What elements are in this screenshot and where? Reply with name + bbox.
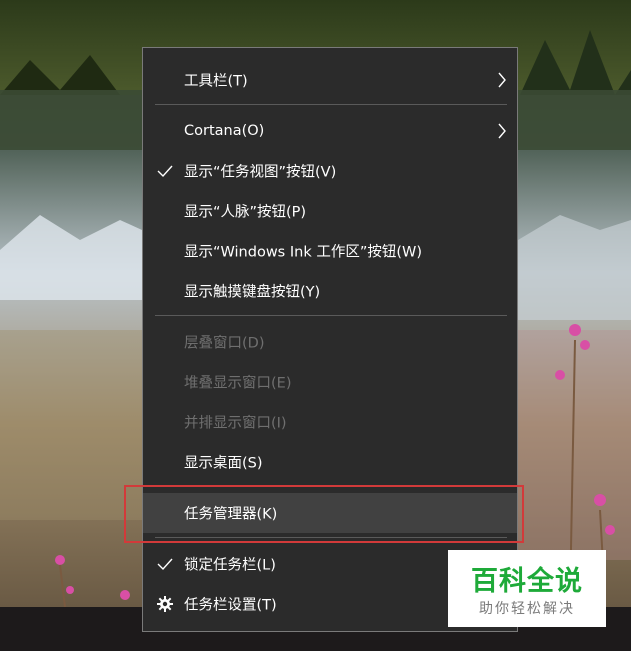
menu-item-label: 显示触摸键盘按钮(Y) — [184, 284, 321, 301]
menu-item-cortana[interactable]: Cortana(O) — [143, 111, 517, 151]
menu-item-label: 显示桌面(S) — [184, 455, 263, 472]
menu-item-show-windows-ink[interactable]: 显示“Windows Ink 工作区”按钮(W) — [143, 231, 517, 271]
highlight-annotation-box — [124, 485, 524, 543]
menu-item-show-task-view[interactable]: 显示“任务视图”按钮(V) — [143, 151, 517, 191]
menu-item-cascade-windows: 层叠窗口(D) — [143, 322, 517, 362]
gear-icon — [157, 596, 173, 612]
menu-item-show-people[interactable]: 显示“人脉”按钮(P) — [143, 191, 517, 231]
watermark-subtitle: 助你轻松解决 — [479, 601, 575, 617]
watermark-logo: 百科全说 助你轻松解决 — [448, 550, 606, 627]
chevron-right-icon — [498, 123, 506, 139]
menu-item-show-touch-keyboard[interactable]: 显示触摸键盘按钮(Y) — [143, 271, 517, 311]
menu-item-show-desktop[interactable]: 显示桌面(S) — [143, 442, 517, 482]
chevron-right-icon — [498, 72, 506, 88]
menu-item-label: 并排显示窗口(I) — [184, 415, 287, 432]
menu-item-label: Cortana(O) — [184, 123, 265, 139]
menu-item-side-by-side: 并排显示窗口(I) — [143, 402, 517, 442]
checkmark-icon — [157, 558, 173, 571]
menu-item-label: 显示“Windows Ink 工作区”按钮(W) — [184, 244, 422, 261]
menu-item-toolbars[interactable]: 工具栏(T) — [143, 60, 517, 100]
watermark-title: 百科全说 — [471, 566, 583, 597]
menu-separator — [155, 104, 507, 105]
menu-separator — [155, 315, 507, 316]
menu-item-label: 工具栏(T) — [184, 73, 248, 90]
menu-item-label: 任务栏设置(T) — [184, 597, 277, 614]
menu-item-stack-windows: 堆叠显示窗口(E) — [143, 362, 517, 402]
menu-item-label: 显示“任务视图”按钮(V) — [184, 164, 337, 181]
menu-item-label: 层叠窗口(D) — [184, 335, 265, 352]
menu-item-label: 堆叠显示窗口(E) — [184, 375, 292, 392]
menu-item-label: 显示“人脉”按钮(P) — [184, 204, 307, 221]
checkmark-icon — [157, 165, 173, 178]
taskbar-context-menu: 工具栏(T) Cortana(O) 显示“任务视图”按钮(V) 显示“人脉”按钮… — [142, 47, 518, 632]
menu-item-label: 锁定任务栏(L) — [184, 557, 276, 574]
